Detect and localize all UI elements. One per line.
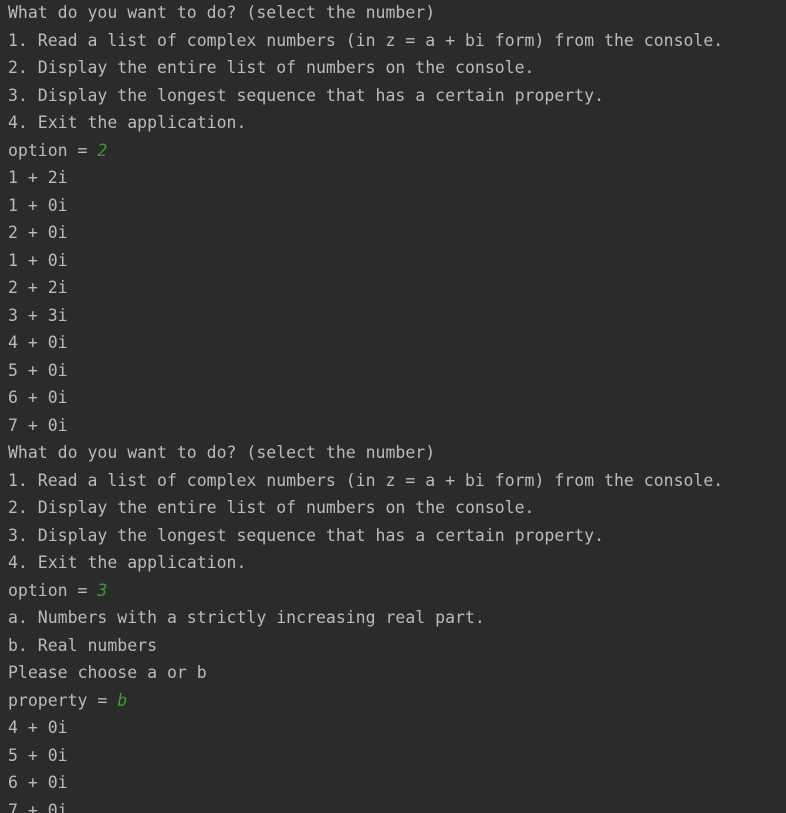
line-text: 4. Exit the application. [8, 553, 247, 572]
menu-option-longest: 3. Display the longest sequence that has… [8, 522, 604, 550]
line-text: 3 + 3i [8, 305, 68, 325]
line-text: What do you want to do? (select the numb… [8, 3, 436, 22]
output-line: 1 + 0i [8, 192, 68, 220]
menu-prompt: What do you want to do? (select the numb… [8, 439, 435, 467]
menu-option-display: 2. Display the entire list of numbers on… [8, 54, 535, 82]
output-line: 4 + 0i [8, 329, 68, 357]
menu-option-longest: 3. Display the longest sequence that has… [8, 82, 604, 110]
property-option-a: a. Numbers with a strictly increasing re… [8, 604, 485, 632]
output-line: 3 + 3i [8, 302, 68, 330]
property-prompt: property = b [8, 687, 127, 715]
line-text: 4. Exit the application. [8, 113, 247, 132]
line-text: 2. Display the entire list of numbers on… [8, 498, 535, 517]
property-option-b: b. Real numbers [8, 632, 157, 660]
line-text: 3. Display the longest sequence that has… [8, 85, 605, 105]
option-prompt: option = 2 [8, 137, 107, 165]
console-output[interactable]: What do you want to do? (select the numb… [0, 0, 786, 813]
output-line: 5 + 0i [8, 357, 68, 385]
output-line: 7 + 0i [8, 797, 68, 813]
output-line: 1 + 2i [8, 164, 68, 192]
line-text: 1 + 2i [8, 168, 68, 187]
line-text: 6 + 0i [8, 388, 68, 407]
user-input: 2 [97, 140, 108, 160]
menu-option-read: 1. Read a list of complex numbers (in z … [8, 467, 723, 495]
line-text: 6 + 0i [8, 773, 68, 792]
output-line: 6 + 0i [8, 769, 68, 797]
line-text: 4 + 0i [8, 718, 68, 737]
menu-option-read: 1. Read a list of complex numbers (in z … [8, 27, 723, 55]
menu-option-exit: 4. Exit the application. [8, 109, 246, 137]
line-text: What do you want to do? (select the numb… [8, 443, 436, 462]
line-text: 5 + 0i [8, 360, 68, 380]
option-prompt: option = 3 [8, 577, 107, 605]
menu-option-display: 2. Display the entire list of numbers on… [8, 494, 535, 522]
line-text: 7 + 0i [8, 800, 68, 813]
line-text: b. Real numbers [8, 635, 158, 655]
output-line: 2 + 0i [8, 219, 68, 247]
prompt-label: property = [8, 690, 118, 710]
line-text: 1 + 0i [8, 195, 68, 215]
prompt-label: option = [8, 140, 98, 160]
output-line: 4 + 0i [8, 714, 68, 742]
output-line: 5 + 0i [8, 742, 68, 770]
prompt-label: option = [8, 580, 98, 600]
line-text: 4 + 0i [8, 333, 68, 352]
line-text: 2 + 0i [8, 223, 68, 242]
line-text: a. Numbers with a strictly increasing re… [8, 608, 485, 627]
output-line: 1 + 0i [8, 247, 68, 275]
line-text: 2. Display the entire list of numbers on… [8, 58, 535, 77]
menu-prompt: What do you want to do? (select the numb… [8, 0, 435, 27]
line-text: 3. Display the longest sequence that has… [8, 525, 605, 545]
menu-option-exit: 4. Exit the application. [8, 549, 246, 577]
property-choose-prompt: Please choose a or b [8, 659, 207, 687]
line-text: 2 + 2i [8, 278, 68, 297]
line-text: 1. Read a list of complex numbers (in z … [8, 30, 724, 50]
line-text: 1 + 0i [8, 250, 68, 270]
line-text: 5 + 0i [8, 745, 68, 765]
output-line: 6 + 0i [8, 384, 68, 412]
output-line: 2 + 2i [8, 274, 68, 302]
line-text: 1. Read a list of complex numbers (in z … [8, 470, 724, 490]
user-input: 3 [97, 580, 108, 600]
line-text: 7 + 0i [8, 415, 68, 435]
user-input: b [117, 690, 128, 710]
output-line: 7 + 0i [8, 412, 68, 440]
line-text: Please choose a or b [8, 663, 207, 682]
